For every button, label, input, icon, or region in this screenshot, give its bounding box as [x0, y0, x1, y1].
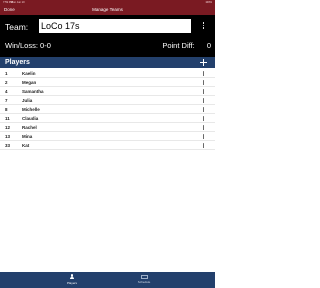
player-name: Mina [22, 134, 33, 139]
tab-schedule-label: Schedule [137, 280, 151, 284]
player-number: 7 [5, 98, 8, 103]
player-row[interactable]: 8 Michelle [0, 105, 215, 114]
player-number: 2 [5, 80, 8, 85]
player-row[interactable]: 2 Megan [0, 78, 215, 87]
player-more-icon[interactable] [202, 124, 205, 131]
player-row[interactable]: 7 Julia [0, 96, 215, 105]
player-more-icon[interactable] [202, 106, 205, 113]
player-row[interactable]: 1 Kaelin [0, 69, 215, 78]
person-icon [69, 274, 75, 280]
player-number: 4 [5, 89, 8, 94]
team-label: Team: [5, 22, 29, 32]
player-more-icon[interactable] [202, 79, 205, 86]
player-more-icon[interactable] [202, 70, 205, 77]
player-number: 1 [5, 71, 8, 76]
team-more-icon[interactable] [202, 22, 205, 30]
team-header: Team: Win/Loss: 0-0 Point Diff: 0 [0, 15, 215, 57]
player-row[interactable]: 13 Mina [0, 132, 215, 141]
player-name: Megan [22, 80, 37, 85]
player-row[interactable]: 12 Rachel [0, 123, 215, 132]
player-name: Kat [22, 143, 30, 148]
done-button[interactable]: Done [4, 7, 15, 12]
app-window: 7:59 PM Mon Jun 10 100% Manage Teams Don… [0, 0, 215, 288]
player-more-icon[interactable] [202, 97, 205, 104]
players-title: Players [5, 58, 30, 66]
player-more-icon[interactable] [202, 88, 205, 95]
player-number: 8 [5, 107, 8, 112]
team-name-field[interactable] [39, 19, 191, 33]
tab-players-label: Players [66, 281, 77, 285]
player-name: Michelle [22, 107, 40, 112]
tab-players[interactable]: Players [52, 274, 92, 286]
win-loss-value: 0-0 [40, 41, 51, 50]
player-name: Julia [22, 98, 33, 103]
player-row[interactable]: 11 Claudia [0, 114, 215, 123]
win-loss-label: Win/Loss: [5, 41, 38, 50]
win-loss: Win/Loss: 0-0 [5, 41, 51, 50]
point-diff: Point Diff: 0 [162, 41, 211, 50]
grid-icon [140, 275, 148, 279]
player-row[interactable]: 4 Samantha [0, 87, 215, 96]
player-number: 12 [5, 125, 11, 130]
tab-bar: Players Schedule [0, 272, 215, 288]
point-diff-value: 0 [206, 41, 211, 50]
nav-bar: Manage Teams Done [0, 5, 215, 15]
tab-schedule[interactable]: Schedule [124, 274, 164, 286]
player-number: 13 [5, 134, 11, 139]
player-name: Claudia [22, 116, 39, 121]
player-number: 33 [5, 143, 11, 148]
player-row[interactable]: 33 Kat [0, 141, 215, 150]
page-title: Manage Teams [92, 7, 123, 12]
player-name: Rachel [22, 125, 37, 130]
player-more-icon[interactable] [202, 133, 205, 140]
player-list: 1 Kaelin 2 Megan 4 Samantha 7 Julia 8 Mi… [0, 69, 215, 150]
player-more-icon[interactable] [202, 142, 205, 149]
players-section-header: Players [0, 57, 215, 68]
add-player-icon[interactable] [200, 59, 207, 66]
player-number: 11 [5, 116, 10, 121]
point-diff-label: Point Diff: [162, 41, 195, 50]
player-name: Samantha [22, 89, 44, 94]
player-more-icon[interactable] [202, 115, 205, 122]
player-name: Kaelin [22, 71, 36, 76]
